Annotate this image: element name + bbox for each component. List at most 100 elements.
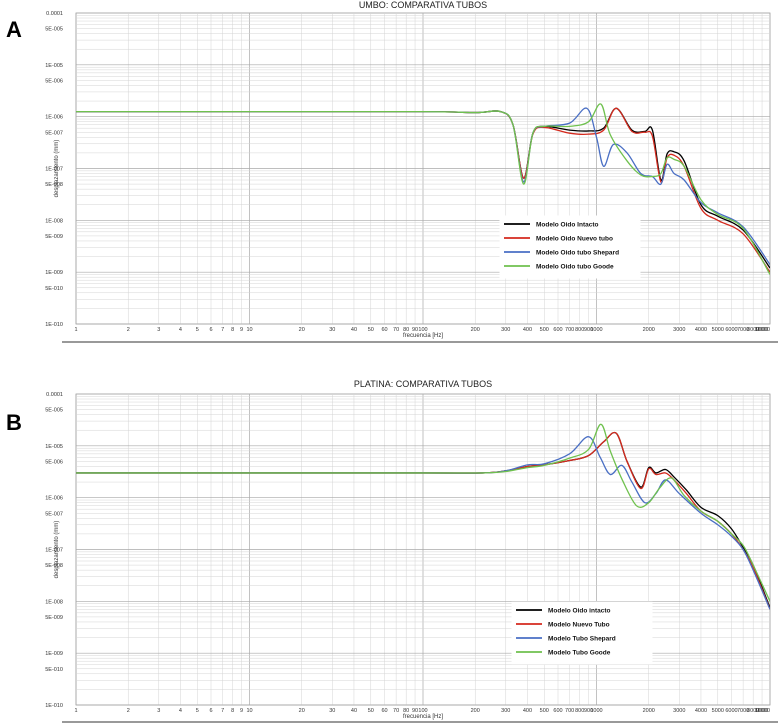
x-tick-label: 800 (575, 708, 584, 714)
y-axis-label: desplazamiento (mm) (54, 521, 60, 579)
x-tick-label: 40 (351, 708, 357, 714)
x-tick-label: 2000 (643, 327, 655, 333)
x-tick-label: 3000 (673, 708, 685, 714)
y-tick-label: 5E-009 (45, 234, 63, 240)
legend: Modelo Oido intacto Modelo Nuevo Tubo Mode… (511, 601, 653, 665)
x-tick-label: 2000 (643, 708, 655, 714)
x-tick-label: 5000 (712, 708, 724, 714)
x-tick-label: 1000 (590, 327, 602, 333)
y-tick-label: 1E-009 (45, 270, 63, 276)
x-tick-label: 2 (127, 327, 130, 333)
x-tick-label: 4 (179, 327, 182, 333)
chart-title: UMBO: COMPARATIVA TUBOS (359, 0, 487, 10)
y-axis-label: desplazamiento (mm) (54, 140, 60, 198)
y-tick-label: 0.0001 (46, 392, 63, 398)
x-tick-label: 2 (127, 708, 130, 714)
x-tick-label: 70 (393, 708, 399, 714)
x-tick-label: 7 (221, 327, 224, 333)
x-tick-label: 4000 (695, 708, 707, 714)
x-tick-label: 3 (157, 708, 160, 714)
legend-entry: Modelo Oido tubo Shepard (536, 249, 619, 256)
x-tick-label: 6 (209, 708, 212, 714)
y-tick-label: 5E-007 (45, 130, 63, 136)
x-tick-label: 6000 (725, 708, 737, 714)
x-tick-label: 1000 (590, 708, 602, 714)
x-tick-label: 7 (221, 708, 224, 714)
x-tick-label: 500 (540, 327, 549, 333)
x-tick-label: 500 (540, 708, 549, 714)
x-tick-label: 600 (553, 708, 562, 714)
chart-panel-a: A1 2 3 4 5 6 7 8 9 10 20 30 40 50 60 70 80 90 100 200 300 400… (6, 0, 778, 343)
y-tick-label: 1E-010 (45, 703, 63, 709)
y-tick-label: 1E-006 (45, 115, 63, 121)
y-tick-label: 5E-010 (45, 286, 63, 292)
y-tick-label: 5E-006 (45, 78, 63, 84)
x-tick-label: 10 (246, 708, 252, 714)
x-tick-label: 60 (381, 708, 387, 714)
x-tick-label: 6000 (725, 327, 737, 333)
x-tick-label: 50 (368, 327, 374, 333)
chart-title: PLATINA: COMPARATIVA TUBOS (354, 379, 492, 389)
x-tick-label: 300 (501, 327, 510, 333)
legend-entry: Modelo Oido Intacto (536, 221, 598, 228)
x-tick-label: 30 (329, 327, 335, 333)
y-tick-label: 1E-006 (45, 496, 63, 502)
y-tick-label: 5E-010 (45, 667, 63, 673)
x-tick-label: 70 (393, 327, 399, 333)
x-axis-label: frecuencia [Hz] (403, 714, 443, 720)
x-tick-label: 200 (471, 708, 480, 714)
legend: Modelo Oido Intacto Modelo Oido Nuevo tub… (499, 215, 641, 279)
y-tick-label: 1E-008 (45, 218, 63, 224)
x-tick-label: 8 (231, 327, 234, 333)
x-tick-label: 5000 (712, 327, 724, 333)
x-tick-label: 50 (368, 708, 374, 714)
x-tick-label: 400 (523, 708, 532, 714)
x-tick-label: 200 (471, 327, 480, 333)
x-tick-label: 9 (240, 708, 243, 714)
legend-entry: Modelo Nuevo Tubo (548, 621, 610, 628)
x-tick-label: 10 (246, 327, 252, 333)
panel-label: B (6, 410, 22, 435)
x-tick-label: 10000 (755, 708, 770, 714)
x-tick-label: 300 (501, 708, 510, 714)
legend-entry: Modelo Oido Nuevo tubo (536, 235, 613, 242)
x-tick-label: 1 (74, 327, 77, 333)
y-tick-label: 5E-005 (45, 408, 63, 414)
panel-label: A (6, 17, 22, 42)
legend-entry: Modelo Tubo Shepard (548, 635, 616, 642)
x-tick-label: 20 (299, 708, 305, 714)
x-tick-label: 40 (351, 327, 357, 333)
y-tick-label: 5E-006 (45, 459, 63, 465)
y-tick-label: 1E-005 (45, 63, 63, 69)
x-tick-label: 3 (157, 327, 160, 333)
x-tick-label: 4000 (695, 327, 707, 333)
x-tick-label: 60 (381, 327, 387, 333)
x-tick-label: 5 (196, 708, 199, 714)
x-tick-label: 20 (299, 327, 305, 333)
x-tick-label: 700 (565, 708, 574, 714)
y-tick-label: 1E-010 (45, 322, 63, 328)
y-tick-label: 5E-007 (45, 511, 63, 517)
chart-panel-b: B1 2 3 4 5 6 7 8 9 10 20 30 40 50 60 70 80 90 100 200 300 400… (6, 379, 778, 723)
legend-entry: Modelo Oido intacto (548, 607, 610, 614)
legend-entry: Modelo Oido tubo Goode (536, 263, 614, 270)
y-tick-label: 1E-005 (45, 444, 63, 450)
x-tick-label: 3000 (673, 327, 685, 333)
y-tick-label: 1E-008 (45, 599, 63, 605)
x-tick-label: 6 (209, 327, 212, 333)
y-tick-label: 5E-009 (45, 615, 63, 621)
figure-canvas: A1 2 3 4 5 6 7 8 9 10 20 30 40 50 60 70 80 90 100 200 300 400… (6, 0, 778, 723)
x-tick-label: 30 (329, 708, 335, 714)
y-tick-label: 1E-009 (45, 651, 63, 657)
y-tick-label: 0.0001 (46, 11, 63, 17)
x-tick-label: 800 (575, 327, 584, 333)
x-tick-label: 400 (523, 327, 532, 333)
x-tick-label: 700 (565, 327, 574, 333)
x-tick-label: 10000 (755, 327, 770, 333)
legend-entry: Modelo Tubo Goode (548, 649, 611, 656)
x-tick-label: 4 (179, 708, 182, 714)
x-tick-label: 5 (196, 327, 199, 333)
x-tick-label: 600 (553, 327, 562, 333)
x-tick-label: 1 (74, 708, 77, 714)
y-tick-label: 5E-005 (45, 27, 63, 33)
